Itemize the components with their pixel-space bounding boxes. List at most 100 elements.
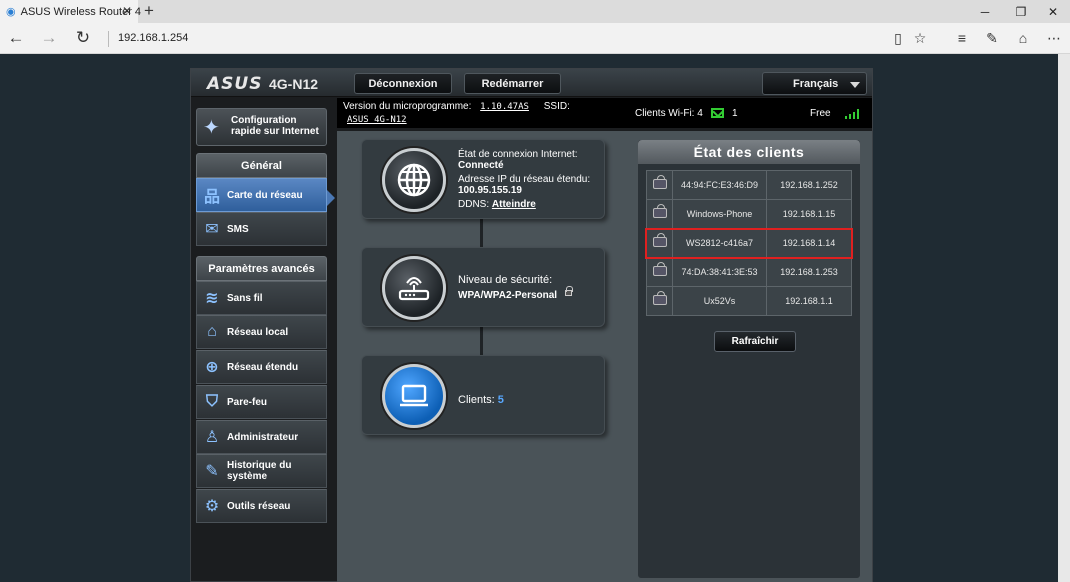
globe-icon <box>382 148 446 212</box>
sidebar-item-label: Administrateur <box>227 431 299 443</box>
globe-icon: ⊕ <box>205 359 219 376</box>
address-bar: ← → ↻ 192.168.1.254 ▯ ☆ ≡ ✎ ⌂ ⋯ <box>0 23 1070 54</box>
forward-arrow-icon[interactable]: → <box>38 27 60 49</box>
language-select[interactable]: Français <box>762 72 867 95</box>
model-name: 4G-N12 <box>269 76 319 92</box>
new-tab-icon[interactable]: + <box>144 1 154 21</box>
sidebar-item-label: Outils réseau <box>227 500 291 512</box>
sidebar-item-label: Réseau local <box>227 326 289 338</box>
refresh-icon[interactable]: ↻ <box>72 27 94 49</box>
message-icon[interactable] <box>711 108 724 118</box>
sidebar-item-firewall[interactable]: ⛉ Pare-feu <box>196 385 327 419</box>
client-name: 74:DA:38:41:3E:53 <box>672 257 767 287</box>
close-tab-icon[interactable]: ✕ <box>122 4 132 18</box>
firmware-info: Version du microprogramme: 1.10.47AS SSI… <box>343 101 570 112</box>
client-status-panel: État des clients 44:94:FC:E3:46:D9 192.1… <box>637 139 861 579</box>
ddns-label: DDNS: <box>458 199 490 210</box>
ddns-link[interactable]: Atteindre <box>492 199 536 210</box>
sidebar-item-label: Carte du réseau <box>227 189 303 201</box>
log-edit-icon: ✎ <box>205 463 219 480</box>
internet-status-card[interactable]: État de connexion Internet: Connecté Adr… <box>361 139 605 219</box>
sidebar-item-label: SMS <box>227 223 249 235</box>
message-count: 1 <box>732 108 738 119</box>
ssid-value: ASUS_4G-N12 <box>347 115 407 125</box>
computer-monitor-icon <box>382 364 446 428</box>
more-icon[interactable]: ⋯ <box>1044 28 1064 48</box>
wireless-device-icon <box>652 175 667 189</box>
sidebar-item-system-log[interactable]: ✎ Historique du système <box>196 454 327 488</box>
hub-icon[interactable]: ≡ <box>952 28 972 48</box>
sidebar-item-administration[interactable]: ♙ Administrateur <box>196 420 327 454</box>
share-icon[interactable]: ⌂ <box>1013 28 1033 48</box>
router-header: ASUS 4G-N12 Déconnexion Redémarrer Franç… <box>191 69 872 97</box>
network-operator: Free <box>810 108 831 119</box>
web-note-icon[interactable]: ✎ <box>982 28 1002 48</box>
chevron-down-icon <box>850 82 860 88</box>
table-row[interactable]: 44:94:FC:E3:46:D9 192.168.1.252 <box>646 170 852 200</box>
advanced-section-title: Paramètres avancés <box>196 256 327 281</box>
home-icon: ⌂ <box>207 323 217 340</box>
quick-setup-button[interactable]: ✦ Configuration rapide sur Internet <box>196 108 327 146</box>
sidebar-item-network-map[interactable]: 品 Carte du réseau <box>196 178 327 212</box>
wan-ip-value: 100.95.155.19 <box>458 185 522 196</box>
shield-icon: ⛉ <box>205 393 218 410</box>
security-status-card[interactable]: Niveau de sécurité: WPA/WPA2-Personal <box>361 247 605 327</box>
client-ip: 192.168.1.1 <box>766 286 852 316</box>
magic-wand-icon: ✦ <box>203 117 220 139</box>
table-row[interactable]: Ux52Vs 192.168.1.1 <box>646 286 852 316</box>
table-row[interactable]: 74:DA:38:41:3E:53 192.168.1.253 <box>646 257 852 287</box>
internet-status-value: Connecté <box>458 160 504 171</box>
wifi-favicon-icon: ◉ <box>6 5 16 18</box>
wireless-device-icon <box>652 291 667 305</box>
client-ip: 192.168.1.252 <box>766 170 852 200</box>
refresh-button[interactable]: Rafraîchir <box>714 331 796 352</box>
ddns-row: DDNS: Atteindre <box>458 199 536 211</box>
sidebar-item-lan[interactable]: ⌂ Réseau local <box>196 315 327 349</box>
maximize-icon[interactable]: ❐ <box>1004 0 1038 23</box>
firmware-label: Version du microprogramme: <box>343 101 472 112</box>
reading-view-icon[interactable]: ▯ <box>888 28 908 48</box>
quick-setup-label: Configuration rapide sur Internet <box>231 115 319 137</box>
clients-card[interactable]: Clients: 5 <box>361 355 605 435</box>
sidebar-item-wan[interactable]: ⊕ Réseau étendu <box>196 350 327 384</box>
network-map-icon: 品 <box>203 189 220 206</box>
client-ip: 192.168.1.15 <box>766 199 852 229</box>
lock-icon <box>564 286 573 296</box>
client-name: Windows-Phone <box>672 199 767 229</box>
envelope-icon: ✉ <box>205 221 219 238</box>
url-field[interactable]: 192.168.1.254 <box>118 32 188 44</box>
logout-button[interactable]: Déconnexion <box>354 73 452 94</box>
network-map-panel: État de connexion Internet: Connecté Adr… <box>337 131 872 582</box>
client-status-title: État des clients <box>638 140 860 164</box>
reboot-button[interactable]: Redémarrer <box>464 73 561 94</box>
back-arrow-icon[interactable]: ← <box>5 27 27 49</box>
favorite-star-icon[interactable]: ☆ <box>910 28 930 48</box>
status-info-bar: Version du microprogramme: 1.10.47AS SSI… <box>337 98 872 128</box>
minimize-icon[interactable]: ─ <box>968 0 1002 23</box>
language-value: Français <box>793 77 839 90</box>
tools-icon: ⚙ <box>204 498 220 515</box>
sidebar-item-label: Réseau étendu <box>227 361 299 373</box>
close-window-icon[interactable]: ✕ <box>1036 0 1070 23</box>
wireless-device-icon <box>652 262 667 276</box>
page-scrollbar[interactable] <box>1058 54 1070 582</box>
security-value-row: WPA/WPA2-Personal <box>458 286 573 302</box>
sidebar-item-network-tools[interactable]: ⚙ Outils réseau <box>196 489 327 523</box>
active-pointer <box>327 190 335 206</box>
wifi-icon: ≋ <box>205 290 219 307</box>
user-icon: ♙ <box>204 429 220 446</box>
sidebar-item-label: Sans fil <box>227 292 263 304</box>
url-separator <box>108 31 109 47</box>
sidebar-item-label: Historique du système <box>227 460 292 482</box>
sidebar-item-wireless[interactable]: ≋ Sans fil <box>196 281 327 315</box>
browser-tab[interactable]: ◉ ASUS Wireless Router 4 ✕ <box>0 0 141 23</box>
table-row[interactable]: Windows-Phone 192.168.1.15 <box>646 199 852 229</box>
sidebar-item-label: Pare-feu <box>227 396 268 408</box>
client-name: Ux52Vs <box>672 286 767 316</box>
clients-count[interactable]: 5 <box>498 394 504 406</box>
clients-label: Clients: <box>458 394 495 406</box>
sidebar-item-sms[interactable]: ✉ SMS <box>196 212 327 246</box>
signal-strength-icon <box>845 109 859 119</box>
wifi-clients-count: Clients Wi-Fi: 4 <box>635 108 703 119</box>
firmware-version-link[interactable]: 1.10.47AS <box>480 102 529 112</box>
